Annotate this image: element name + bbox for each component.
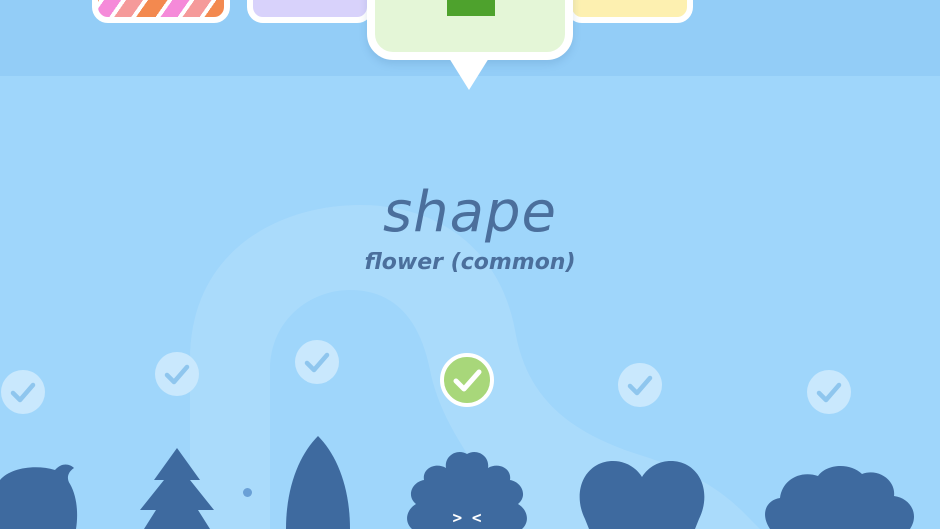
check-icon [294,339,340,385]
pine-tree-shape[interactable] [138,448,216,529]
cloud-shape[interactable] [760,464,920,529]
green-swatch-icon [447,0,495,16]
heart-shape[interactable] [577,459,707,529]
flower-shape[interactable]: > < [402,450,532,529]
selected-shape-name: flower (common) [364,250,576,275]
round-creature-shape[interactable] [0,462,80,529]
purple-category-tile[interactable] [247,0,373,23]
check-icon [806,369,852,415]
yellow-category-tile[interactable] [566,0,693,23]
shape-category-tile-selected[interactable] [367,0,573,60]
check-icon [0,369,46,415]
decor-dot [243,488,252,497]
leaf-shape[interactable] [284,436,352,529]
selection-pointer [449,58,489,90]
pattern-category-tile[interactable] [92,0,230,23]
check-icon [617,362,663,408]
flower-face: > < [453,508,482,527]
check-icon [154,351,200,397]
selected-check-icon [440,353,494,407]
page-title: shape [383,180,557,245]
